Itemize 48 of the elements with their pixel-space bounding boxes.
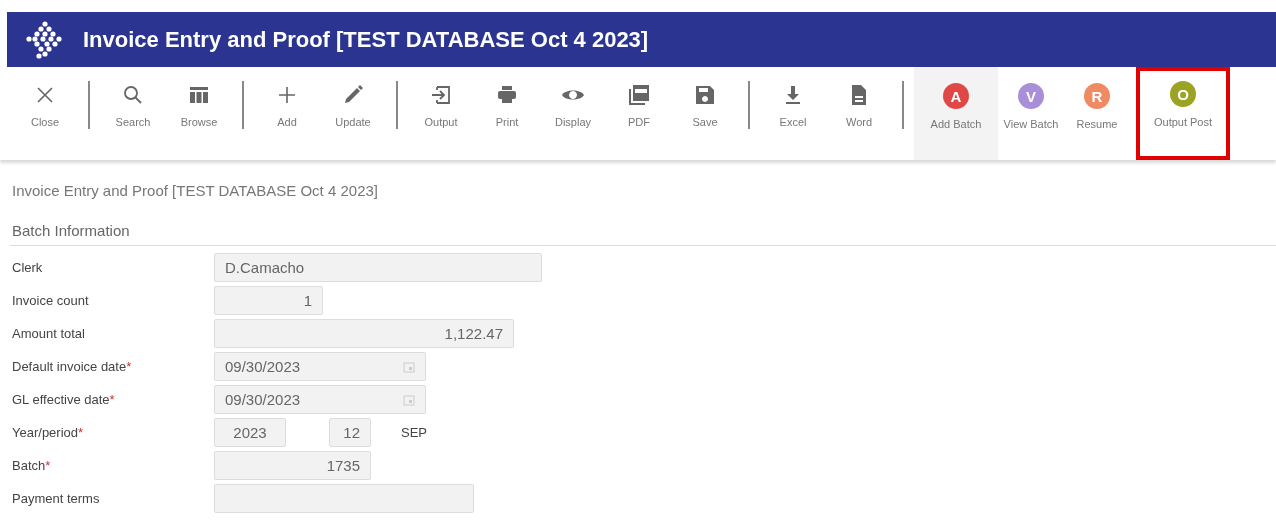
input-field[interactable]: 12 [329, 418, 371, 447]
pdf-icon [627, 83, 651, 107]
toolbar-button[interactable]: PDF [606, 67, 672, 160]
field-label: Payment terms [12, 491, 101, 506]
field-label: Default invoice date* [12, 359, 133, 374]
letter-badge: O [1170, 81, 1196, 107]
section-title: Batch Information [10, 222, 1276, 246]
calendar-icon[interactable] [403, 360, 415, 373]
output-icon [429, 83, 453, 107]
date-value: 09/30/2023 [225, 391, 301, 408]
toolbar-button[interactable]: Add [254, 67, 320, 160]
toolbar-button[interactable]: Search [100, 67, 166, 160]
letter-badge: R [1084, 83, 1110, 109]
input-field[interactable]: 2023 [214, 418, 286, 447]
input-field[interactable]: D.Camacho [214, 253, 542, 282]
field-label: Batch* [12, 458, 52, 473]
field-label: Year/period* [12, 425, 85, 440]
field-label: GL effective date* [12, 392, 116, 407]
input-field[interactable]: 1 [214, 286, 323, 315]
highlighted-toolbar-button[interactable]: O Output Post [1136, 67, 1230, 160]
field-label: Amount total [12, 326, 86, 341]
toolbar-button[interactable]: Excel [760, 67, 826, 160]
input-field[interactable]: 1735 [214, 451, 371, 480]
floppy-icon [693, 83, 717, 107]
toolbar-button[interactable]: Browse [166, 67, 232, 160]
toolbar-button[interactable]: R Resume [1064, 67, 1130, 160]
toolbar-button[interactable]: Word [826, 67, 892, 160]
toolbar-button[interactable]: Display [540, 67, 606, 160]
toolbar-button[interactable]: Output [408, 67, 474, 160]
field-label: Invoice count [12, 293, 90, 308]
toolbar-button[interactable]: A Add Batch [914, 67, 998, 160]
field-label: Clerk [12, 260, 44, 275]
toolbar-button[interactable]: Print [474, 67, 540, 160]
toolbar-button[interactable]: Save [672, 67, 738, 160]
toolbar-button[interactable]: Update [320, 67, 386, 160]
window-title: Invoice Entry and Proof [TEST DATABASE Oct 4 2023] [83, 26, 649, 53]
period-label: SEP [401, 425, 427, 440]
input-field[interactable]: 1,122.47 [214, 319, 514, 348]
letter-badge: V [1018, 83, 1044, 109]
input-field[interactable] [214, 484, 474, 513]
toolbar-button[interactable]: V View Batch [998, 67, 1064, 160]
calendar-icon[interactable] [403, 393, 415, 406]
page-title: Invoice Entry and Proof [TEST DATABASE Oct 4 2023] [12, 182, 379, 199]
date-field[interactable]: 09/30/2023 [214, 352, 426, 381]
date-value: 09/30/2023 [225, 358, 301, 375]
letter-badge: A [943, 83, 969, 109]
toolbar-button[interactable]: Close [12, 67, 78, 160]
date-field[interactable]: 09/30/2023 [214, 385, 426, 414]
